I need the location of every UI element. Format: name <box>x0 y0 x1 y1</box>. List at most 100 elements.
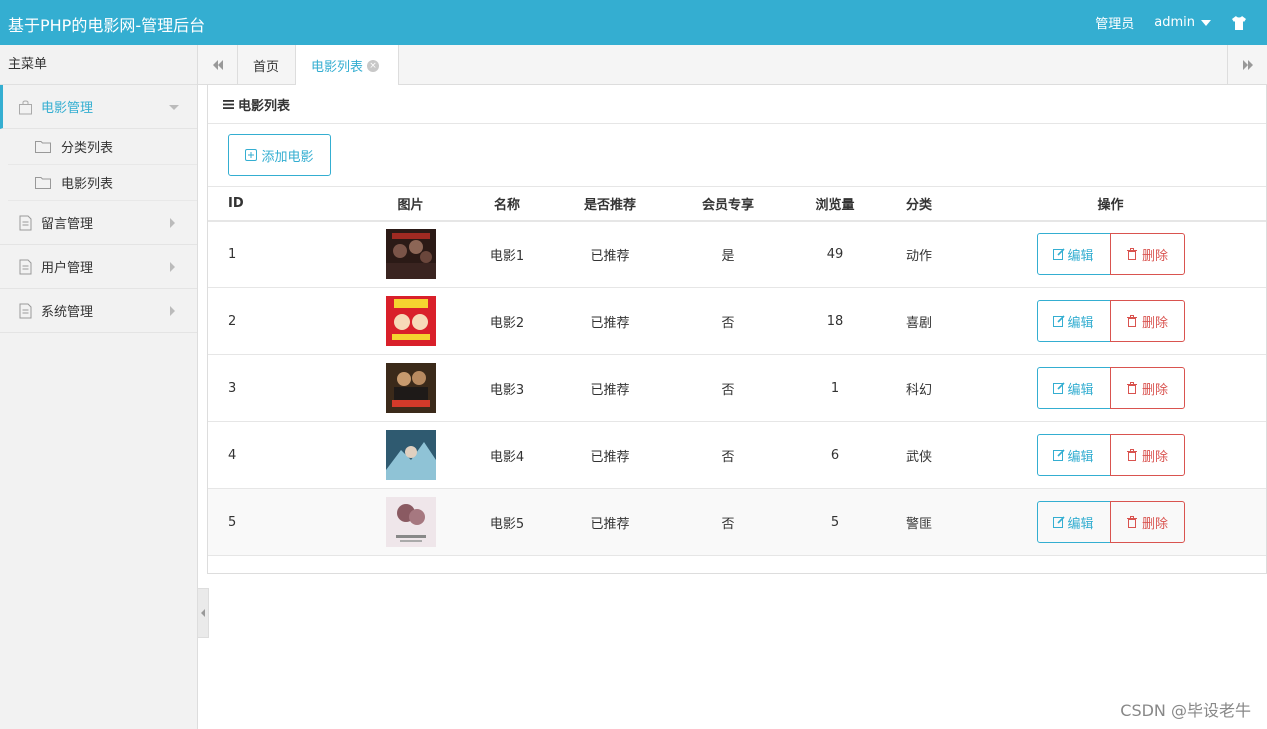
add-movie-label: 添加电影 <box>261 149 314 165</box>
sidebar-item-label: 留言管理 <box>41 217 94 232</box>
column-header-vip: 会员专享 <box>669 186 787 222</box>
tab-home[interactable]: 首页 <box>238 45 296 85</box>
add-movie-button[interactable]: 添加电影 <box>228 134 331 176</box>
column-header-views: 浏览量 <box>787 186 883 222</box>
cell-category: 动作 <box>883 220 955 288</box>
cell-name: 电影2 <box>463 287 551 355</box>
caret-down-icon <box>1201 19 1211 26</box>
sidebar-item-user-management[interactable]: 用户管理 <box>0 245 197 289</box>
top-bar: 基于PHP的电影网-管理后台 管理员 admin <box>0 0 1267 45</box>
movie-table: ID 图片 名称 是否推荐 会员专享 浏览量 分类 操作 1 电影1 已推荐 是… <box>208 186 1266 556</box>
top-right-nav: 管理员 admin <box>1095 0 1267 45</box>
cell-category: 科幻 <box>883 354 955 422</box>
chevron-down-icon <box>169 105 179 110</box>
tab-movie-list[interactable]: 电影列表 × <box>296 45 399 86</box>
delete-label: 删除 <box>1141 516 1168 532</box>
table-row: 3 电影3 已推荐 否 1 科幻 编辑 删除 <box>208 354 1266 422</box>
sidebar-item-message-management[interactable]: 留言管理 <box>0 201 197 245</box>
sidebar-subitem-label: 分类列表 <box>61 141 114 156</box>
edit-icon <box>1053 449 1066 461</box>
sidebar-item-label: 用户管理 <box>41 261 94 276</box>
sidebar-subitem-movie-list[interactable]: 电影列表 <box>8 165 197 201</box>
trash-icon <box>1126 449 1137 461</box>
panel-header: 电影列表 <box>208 85 1266 124</box>
double-chevron-right-icon <box>1242 60 1253 70</box>
tab-scroll-right-button[interactable] <box>1227 45 1267 85</box>
cell-id: 1 <box>208 220 358 288</box>
cell-id: 5 <box>208 488 358 556</box>
table-row: 2 电影2 已推荐 否 18 喜剧 编辑 删除 <box>208 287 1266 355</box>
column-header-name: 名称 <box>463 186 551 222</box>
delete-button[interactable]: 删除 <box>1109 367 1185 409</box>
column-header-id: ID <box>208 186 358 222</box>
edit-label: 编辑 <box>1067 248 1094 264</box>
table-row: 5 电影5 已推荐 否 5 警匪 编辑 删除 <box>208 488 1266 556</box>
cell-vip: 否 <box>669 488 787 556</box>
cell-recommended: 已推荐 <box>551 220 669 288</box>
cell-vip: 否 <box>669 287 787 355</box>
document-icon <box>19 215 32 230</box>
tab-scroll-left-button[interactable] <box>198 45 238 85</box>
edit-label: 编辑 <box>1067 449 1094 465</box>
admin-link[interactable]: 管理员 <box>1095 13 1134 32</box>
sidebar-item-label: 系统管理 <box>41 305 94 320</box>
edit-button[interactable]: 编辑 <box>1036 501 1111 543</box>
cell-id: 2 <box>208 287 358 355</box>
delete-button[interactable]: 删除 <box>1109 434 1185 476</box>
chevron-right-icon <box>170 218 175 228</box>
cell-name: 电影3 <box>463 354 551 422</box>
document-icon <box>19 303 32 318</box>
folder-icon <box>35 141 51 153</box>
row-actions: 编辑 删除 <box>1036 434 1185 476</box>
panel-title: 电影列表 <box>238 98 291 114</box>
app-title: 基于PHP的电影网-管理后台 <box>8 16 206 35</box>
table-row: 4 电影4 已推荐 否 6 武侠 编辑 删除 <box>208 421 1266 489</box>
delete-label: 删除 <box>1141 449 1168 465</box>
sidebar-item-label: 电影管理 <box>41 101 94 116</box>
cell-category: 武侠 <box>883 421 955 489</box>
close-icon[interactable]: × <box>367 59 380 72</box>
column-header-category: 分类 <box>883 186 955 222</box>
sidebar-subitem-label: 电影列表 <box>61 177 114 192</box>
cell-id: 3 <box>208 354 358 422</box>
sidebar-item-system-management[interactable]: 系统管理 <box>0 289 197 333</box>
delete-button[interactable]: 删除 <box>1109 233 1185 276</box>
cell-category: 喜剧 <box>883 287 955 355</box>
sidebar-item-movie-management[interactable]: 电影管理 <box>0 85 197 129</box>
table-row: 1 电影1 已推荐 是 49 动作 编辑 删除 <box>208 220 1266 288</box>
cell-name: 电影4 <box>463 421 551 489</box>
shopping-bag-icon <box>19 100 32 114</box>
trash-icon <box>1126 315 1137 327</box>
edit-label: 编辑 <box>1067 382 1094 398</box>
cell-recommended: 已推荐 <box>551 488 669 556</box>
column-header-recommended: 是否推荐 <box>551 186 669 222</box>
edit-button[interactable]: 编辑 <box>1036 233 1111 276</box>
double-chevron-left-icon <box>212 60 223 70</box>
delete-button[interactable]: 删除 <box>1109 501 1185 543</box>
edit-button[interactable]: 编辑 <box>1036 367 1111 409</box>
cell-views: 6 <box>787 421 883 489</box>
sidebar-subitem-category-list[interactable]: 分类列表 <box>8 129 197 165</box>
trash-icon <box>1126 516 1137 528</box>
tab-label: 电影列表 <box>311 60 364 75</box>
watermark: CSDN @毕设老牛 <box>1120 701 1251 720</box>
sidebar-collapse-handle[interactable] <box>198 588 209 638</box>
edit-icon <box>1053 382 1066 394</box>
edit-label: 编辑 <box>1067 315 1094 331</box>
cell-vip: 否 <box>669 354 787 422</box>
delete-label: 删除 <box>1141 315 1168 331</box>
sidebar: 主菜单 电影管理 分类列表 电影列表 留言管理 用户管理 系统管理 <box>0 45 198 729</box>
edit-button[interactable]: 编辑 <box>1036 434 1111 476</box>
user-name: admin <box>1154 15 1195 30</box>
user-menu[interactable]: admin <box>1154 15 1211 30</box>
table-header-row: ID 图片 名称 是否推荐 会员专享 浏览量 分类 操作 <box>208 186 1266 222</box>
tshirt-icon[interactable] <box>1231 15 1247 31</box>
cell-recommended: 已推荐 <box>551 354 669 422</box>
delete-button[interactable]: 删除 <box>1109 300 1185 342</box>
edit-button[interactable]: 编辑 <box>1036 300 1111 342</box>
movie-poster-image <box>385 229 436 280</box>
cell-id: 4 <box>208 421 358 489</box>
column-header-image: 图片 <box>358 186 463 222</box>
column-header-actions: 操作 <box>955 186 1266 222</box>
row-actions: 编辑 删除 <box>1036 367 1185 409</box>
